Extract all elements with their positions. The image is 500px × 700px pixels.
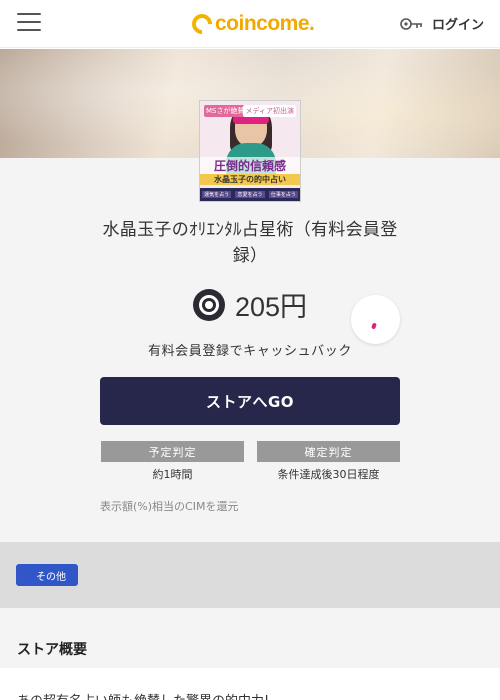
- cashback-condition: 有料会員登録でキャッシュバック: [147, 344, 352, 359]
- go-to-store-button[interactable]: ストアへGO: [100, 377, 400, 425]
- coincome-logo[interactable]: coincome.: [187, 9, 315, 39]
- pending-judgement: 予定判定 約1時間: [101, 441, 244, 482]
- hamburger-menu-icon[interactable]: [17, 13, 41, 33]
- thumbnail-tag-right: メディア初出演: [243, 105, 296, 117]
- store-overview-heading: ストア概要: [17, 642, 87, 658]
- reward-price: 205円: [0, 285, 500, 324]
- key-icon: [400, 17, 422, 30]
- logo-text: coincome.: [215, 12, 315, 35]
- product-title: 水晶玉子のｵﾘｴﾝﾀﾙ占星術（有料会員登録）: [102, 220, 398, 266]
- confirmed-judgement-value: 条件達成後30日程度: [277, 468, 380, 481]
- thumbnail-subline: 水晶玉子の的中占い: [200, 174, 300, 185]
- login-button[interactable]: ログイン: [400, 14, 484, 33]
- confirmed-judgement-label: 確定判定: [257, 441, 400, 462]
- thumbnail-headline: 圧倒的信頼感: [200, 157, 300, 174]
- heart-icon: [371, 322, 377, 330]
- store-overview-description: あの超有名占い師も絶賛した驚異の的中力!: [17, 690, 269, 700]
- product-thumbnail: MSさが絶賛！ メディア初出演 圧倒的信頼感 水晶玉子の的中占い 運気を占う 恋…: [199, 100, 301, 202]
- favorite-button[interactable]: [351, 295, 400, 344]
- pending-judgement-value: 約1時間: [152, 468, 193, 481]
- coin-icon: [192, 288, 225, 321]
- pending-judgement-label: 予定判定: [101, 441, 244, 462]
- overview-band: [0, 608, 500, 668]
- top-header: coincome. ログイン: [0, 0, 500, 48]
- confirmed-judgement: 確定判定 条件達成後30日程度: [257, 441, 400, 482]
- category-chip[interactable]: その他: [16, 564, 78, 586]
- login-label: ログイン: [431, 18, 484, 33]
- price-amount: 205円: [234, 292, 308, 322]
- thumbnail-strip: 運気を占う 恋愛を占う 仕事を占う: [200, 188, 300, 201]
- cim-note: 表示額(%)相当のCIMを還元: [100, 500, 239, 513]
- coin-logo-icon: [187, 9, 217, 39]
